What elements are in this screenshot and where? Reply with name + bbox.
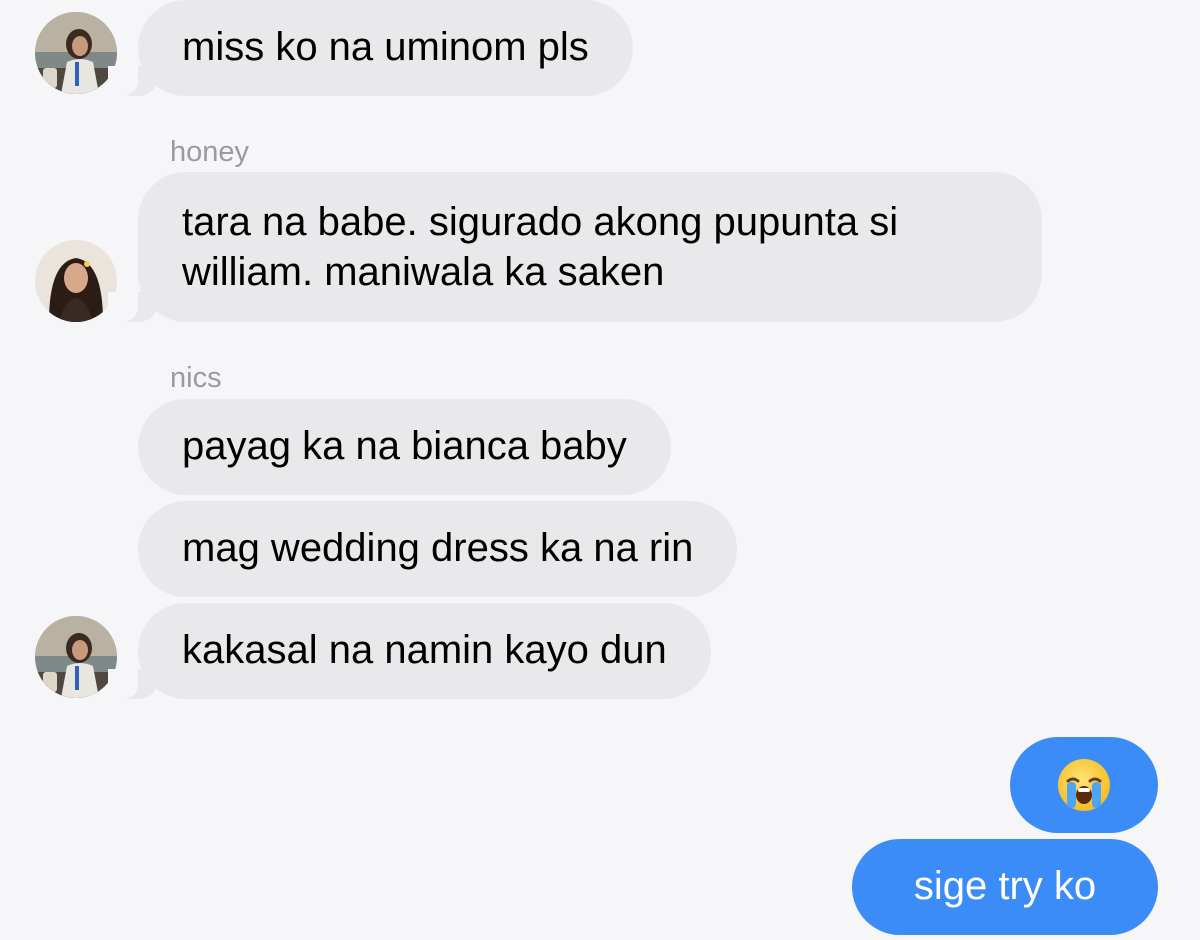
sender-name: honey <box>170 136 250 168</box>
message-text: miss ko na uminom pls <box>182 25 589 69</box>
message-bubble[interactable]: kakasal na namin kayo dun <box>108 603 711 699</box>
message-bubble[interactable]: payag ka na bianca baby <box>138 399 671 495</box>
message-text-line: william. maniwala ka saken <box>182 250 665 294</box>
message-bubble-outgoing[interactable] <box>1010 737 1158 833</box>
sender-name: nics <box>170 362 222 394</box>
avatar-photo <box>35 12 117 94</box>
message-bubble-outgoing[interactable]: sige try ko <box>852 839 1158 935</box>
message-thread: miss ko na uminom pls honey tara na babe… <box>0 0 1200 940</box>
avatar-photo <box>35 240 117 322</box>
message-text: payag ka na bianca baby <box>182 424 627 468</box>
message-text: kakasal na namin kayo dun <box>182 628 667 672</box>
message-text: mag wedding dress ka na rin <box>182 526 694 570</box>
avatar[interactable] <box>35 240 117 322</box>
avatar[interactable] <box>35 616 117 698</box>
message-text-line: tara na babe. sigurado akong pupunta si <box>182 200 899 244</box>
message-text: sige try ko <box>913 864 1097 908</box>
message-bubble[interactable]: mag wedding dress ka na rin <box>138 501 738 597</box>
avatar-photo <box>35 616 117 698</box>
message-bubble[interactable]: miss ko na uminom pls <box>108 0 633 96</box>
message-bubble[interactable]: tara na babe. sigurado akong pupunta si … <box>108 172 1042 322</box>
loudly-crying-face-icon <box>1058 759 1110 811</box>
avatar[interactable] <box>35 12 117 94</box>
